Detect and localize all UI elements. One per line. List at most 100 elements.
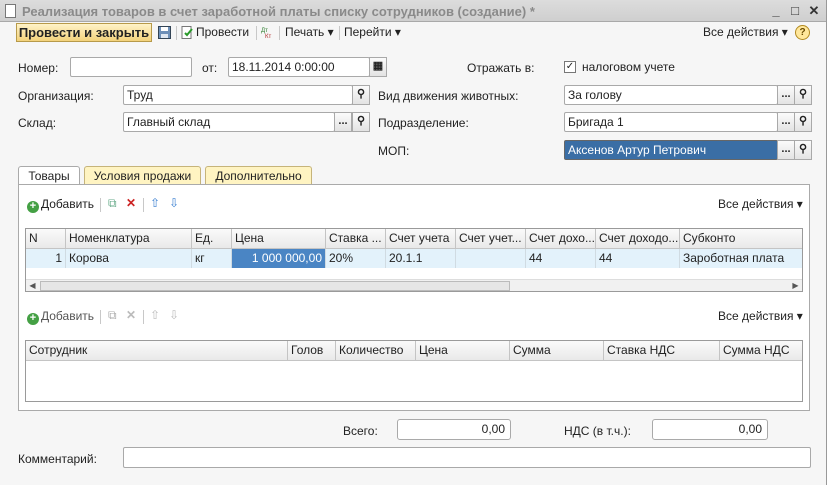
goods-add-label: Добавить (41, 197, 95, 211)
number-field[interactable] (70, 57, 192, 77)
column-header[interactable]: Счет учет... (456, 229, 526, 249)
column-header[interactable]: Голов (288, 341, 336, 361)
title-bar: Реализация товаров в счет заработной пла… (0, 0, 826, 22)
employees-table[interactable]: Сотрудник Голов Количество Цена Сумма Ст… (25, 340, 803, 402)
scrollbar-thumb[interactable] (40, 281, 510, 291)
column-header[interactable]: N (26, 229, 66, 249)
division-field[interactable]: Бригада 1 (564, 112, 778, 132)
column-header[interactable]: Ед. (192, 229, 232, 249)
goto-menu[interactable]: Перейти ▾ (344, 25, 401, 39)
tax-accounting-checkbox[interactable]: ✓ (564, 61, 576, 73)
nomenclature-cell[interactable]: Корова (66, 249, 192, 268)
minimize-button[interactable]: _ (768, 3, 784, 19)
vat-rate-cell[interactable]: 20% (326, 249, 386, 268)
unit-cell[interactable]: кг (192, 249, 232, 268)
select-button[interactable]: ... (777, 112, 795, 132)
post-button[interactable]: Провести (196, 25, 249, 39)
column-header[interactable]: Ставка ... (326, 229, 386, 249)
column-header[interactable]: Цена (416, 341, 510, 361)
all-actions-menu[interactable]: Все действия ▾ (703, 25, 788, 39)
mop-label: МОП: (378, 144, 410, 158)
movement-type-field[interactable]: За голову (564, 85, 778, 105)
save-icon[interactable] (158, 26, 171, 39)
maximize-button[interactable]: □ (787, 3, 803, 19)
total-field: 0,00 (397, 419, 511, 440)
column-header[interactable]: Счет дохо... (526, 229, 596, 249)
column-header[interactable]: Номенклатура (66, 229, 192, 249)
column-header[interactable]: Субконто (680, 229, 802, 249)
move-up-icon[interactable]: ⇧ (150, 308, 160, 322)
close-button[interactable]: ✕ (806, 3, 822, 19)
toolbar-separator (279, 26, 280, 40)
search-icon[interactable]: ⚲ (794, 140, 812, 160)
comment-label: Комментарий: (18, 452, 97, 466)
column-header[interactable]: Сумма (510, 341, 604, 361)
copy-icon[interactable]: ⧉ (108, 308, 117, 323)
column-header[interactable]: Счет учета (386, 229, 456, 249)
comment-field[interactable] (123, 447, 811, 468)
tab-sale-conditions[interactable]: Условия продажи (84, 166, 201, 185)
column-header[interactable]: Цена (232, 229, 326, 249)
debit-credit-icon[interactable]: Дт Кт (261, 26, 274, 39)
toolbar-separator (143, 198, 144, 212)
goods-table[interactable]: N Номенклатура Ед. Цена Ставка ... Счет … (25, 228, 803, 292)
employees-all-actions-menu[interactable]: Все действия ▾ (718, 309, 803, 323)
post-icon[interactable] (181, 26, 194, 39)
column-header[interactable]: Счет доходо... (596, 229, 680, 249)
column-header[interactable]: Сотрудник (26, 341, 288, 361)
toolbar-separator (176, 26, 177, 40)
move-down-icon[interactable]: ⇩ (169, 196, 179, 210)
number-label: Номер: (18, 61, 59, 75)
mop-field[interactable]: Аксенов Артур Петрович (564, 140, 778, 160)
horizontal-scrollbar[interactable]: ◀ ▶ (26, 279, 802, 291)
tab-goods[interactable]: Товары (18, 166, 80, 186)
search-icon[interactable]: ⚲ (352, 85, 370, 105)
organization-label: Организация: (18, 89, 94, 103)
print-menu[interactable]: Печать ▾ (285, 25, 334, 39)
search-icon[interactable]: ⚲ (794, 85, 812, 105)
tab-additional[interactable]: Дополнительно (205, 166, 312, 185)
account-2-cell[interactable] (456, 249, 526, 268)
warehouse-field[interactable]: Главный склад (123, 112, 335, 132)
toolbar-separator (256, 26, 257, 40)
copy-icon[interactable]: ⧉ (108, 196, 117, 211)
move-up-icon[interactable]: ⇧ (150, 196, 160, 210)
delete-icon[interactable]: ✕ (126, 308, 136, 322)
column-header[interactable]: Количество (336, 341, 416, 361)
delete-icon[interactable]: ✕ (126, 196, 136, 210)
search-icon[interactable]: ⚲ (794, 112, 812, 132)
select-button[interactable]: ... (334, 112, 352, 132)
table-row[interactable]: 1 Корова кг 1 000 000,00 20% 20.1.1 44 4… (26, 249, 802, 268)
toolbar-separator (143, 310, 144, 324)
income-account-2-cell[interactable]: 44 (596, 249, 680, 268)
tab-panel-goods: + Добавить ⧉ ✕ ⇧ ⇩ Все действия ▾ N Номен… (18, 184, 810, 411)
date-field[interactable]: 18.11.2014 0:00:00 (228, 57, 370, 77)
row-number-cell[interactable]: 1 (26, 249, 66, 268)
post-and-close-button[interactable]: Провести и закрыть (16, 23, 152, 42)
document-icon (5, 4, 16, 18)
subconto-cell[interactable]: Зароботная плата (680, 249, 802, 268)
toolbar-separator (339, 26, 340, 40)
column-header[interactable]: Сумма НДС (720, 341, 802, 361)
help-icon[interactable]: ? (795, 25, 810, 40)
vat-label: НДС (в т.ч.): (564, 424, 631, 438)
toolbar-separator (100, 198, 101, 212)
select-button[interactable]: ... (777, 85, 795, 105)
total-label: Всего: (343, 424, 378, 438)
toolbar-separator (100, 310, 101, 324)
column-header[interactable]: Ставка НДС (604, 341, 720, 361)
move-down-icon[interactable]: ⇩ (169, 308, 179, 322)
income-account-cell[interactable]: 44 (526, 249, 596, 268)
scroll-left-icon[interactable]: ◀ (26, 280, 39, 291)
calendar-icon[interactable]: ▦ (369, 57, 387, 77)
scroll-right-icon[interactable]: ▶ (789, 280, 802, 291)
organization-field[interactable]: Труд (123, 85, 353, 105)
employees-add-button[interactable]: + Добавить (27, 309, 94, 325)
select-button[interactable]: ... (777, 140, 795, 160)
window-title: Реализация товаров в счет заработной пла… (22, 4, 535, 19)
goods-all-actions-menu[interactable]: Все действия ▾ (718, 197, 803, 211)
price-cell[interactable]: 1 000 000,00 (232, 249, 326, 268)
account-cell[interactable]: 20.1.1 (386, 249, 456, 268)
search-icon[interactable]: ⚲ (352, 112, 370, 132)
goods-add-button[interactable]: + Добавить (27, 197, 94, 213)
